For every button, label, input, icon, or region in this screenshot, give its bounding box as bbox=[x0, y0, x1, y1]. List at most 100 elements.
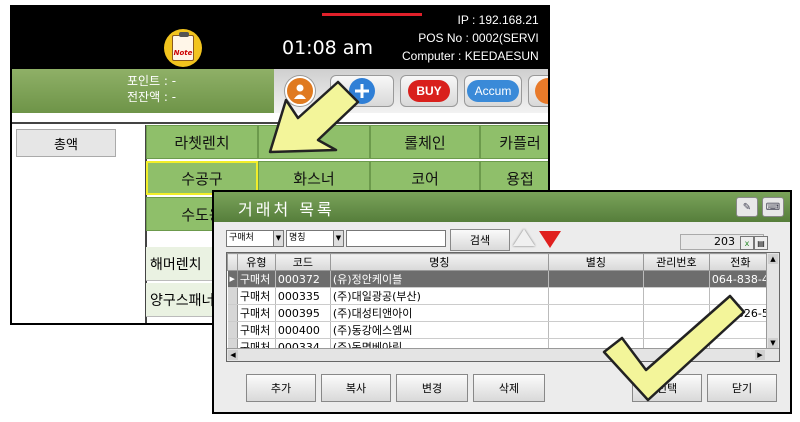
field-select[interactable]: 명칭 ▼ bbox=[286, 230, 344, 247]
points-block: 포인트 : - 전잔액 : - bbox=[127, 73, 176, 105]
row-marker bbox=[227, 304, 238, 322]
prev-balance-label: 전잔액 : - bbox=[127, 90, 177, 104]
horizontal-scrollbar[interactable]: ◀ ▶ bbox=[227, 348, 779, 361]
category-2[interactable]: 스 bbox=[258, 125, 370, 159]
select-button[interactable]: 선택 bbox=[632, 374, 702, 402]
scroll-up-icon[interactable]: ▲ bbox=[768, 254, 778, 264]
tool-hammer-wrench[interactable]: 해머렌치 bbox=[146, 247, 216, 281]
cell-alias bbox=[548, 270, 644, 288]
cell-code: 000335 bbox=[275, 287, 331, 305]
cell-manage bbox=[643, 287, 710, 305]
cell-name: (주)대일광공(부산) bbox=[330, 287, 549, 305]
field-select-value: 명칭 bbox=[289, 233, 306, 243]
add-button[interactable] bbox=[330, 75, 394, 107]
table-row[interactable]: 구매처 000400 (주)동강에스엠씨 bbox=[227, 321, 772, 339]
search-input[interactable] bbox=[346, 230, 446, 247]
clipboard-clip bbox=[179, 32, 189, 37]
note-label: Note bbox=[173, 49, 193, 57]
cell-phone bbox=[709, 321, 772, 339]
accum-button[interactable]: Accum bbox=[464, 75, 522, 107]
type-select-value: 구매처 bbox=[229, 233, 254, 243]
note-paper: Note bbox=[172, 32, 194, 61]
category-coupler[interactable]: 카플러 bbox=[480, 125, 548, 159]
vendor-list-dialog: 거래처 목록 ✎ ⌨ 구매처 ▼ 명칭 ▼ 검색 203 x ▤ 유형 코드 명… bbox=[212, 190, 792, 414]
cell-alias bbox=[548, 321, 644, 339]
tool-double-spanner[interactable]: 양구스패너 bbox=[146, 283, 216, 317]
cell-name: (주)대성티앤아이 bbox=[330, 304, 549, 322]
col-code[interactable]: 코드 bbox=[274, 253, 331, 271]
type-select[interactable]: 구매처 ▼ bbox=[226, 230, 284, 247]
header-marker bbox=[227, 253, 238, 271]
dialog-titlebar: 거래처 목록 ✎ ⌨ bbox=[214, 192, 790, 222]
search-button[interactable]: 검색 bbox=[450, 229, 510, 251]
pos-header: Note 01:08 am IP : 192.168.21 POS No : 0… bbox=[12, 7, 548, 69]
row-marker bbox=[227, 321, 238, 339]
col-type[interactable]: 유형 bbox=[236, 253, 276, 271]
cell-manage bbox=[643, 270, 710, 288]
col-manage-no[interactable]: 관리번호 bbox=[642, 253, 710, 271]
scroll-down-icon[interactable]: ▼ bbox=[768, 338, 778, 348]
cell-code: 000395 bbox=[275, 304, 331, 322]
vertical-scrollbar[interactable]: ▲ ▼ bbox=[766, 253, 779, 349]
row-marker: ▶ bbox=[227, 270, 238, 288]
col-phone[interactable]: 전화 bbox=[708, 253, 772, 271]
edit-button[interactable]: 변경 bbox=[396, 374, 468, 402]
divider bbox=[12, 122, 548, 124]
cell-type: 구매처 bbox=[237, 321, 276, 339]
pos-info: IP : 192.168.21 POS No : 0002(SERVI Comp… bbox=[402, 11, 539, 65]
buy-button[interactable]: BUY bbox=[400, 75, 458, 107]
pos-toolbar: BUY Accum bbox=[274, 69, 548, 113]
note-icon[interactable]: Note bbox=[164, 29, 202, 67]
cell-manage bbox=[643, 321, 710, 339]
clock: 01:08 am bbox=[282, 37, 373, 59]
cell-code: 000400 bbox=[275, 321, 331, 339]
cell-name: (주)동강에스엠씨 bbox=[330, 321, 549, 339]
ip-info: IP : 192.168.21 bbox=[457, 13, 539, 27]
cell-phone bbox=[709, 287, 772, 305]
cell-type: 구매처 bbox=[237, 270, 276, 288]
cell-alias bbox=[548, 287, 644, 305]
table-row[interactable]: ▶ 구매처 000372 (유)정안케이블 064-838-4 bbox=[227, 270, 772, 288]
edit-icon[interactable]: ✎ bbox=[736, 197, 758, 217]
table-row[interactable]: 구매처 000335 (주)대일광공(부산) bbox=[227, 287, 772, 305]
dialog-title: 거래처 목록 bbox=[238, 200, 335, 219]
buy-label: BUY bbox=[408, 80, 450, 102]
printer-icon bbox=[535, 78, 548, 104]
customer-info-bar: 포인트 : - 전잔액 : - bbox=[12, 69, 317, 113]
points-label: 포인트 : - bbox=[127, 74, 177, 88]
scroll-right-icon[interactable]: ▶ bbox=[755, 350, 765, 360]
excel-icon[interactable]: x bbox=[740, 236, 754, 250]
vendor-table: 유형 코드 명칭 별칭 관리번호 전화 ▶ 구매처 000372 (유)정안케이… bbox=[227, 253, 772, 356]
printer-icon[interactable]: ▤ bbox=[754, 236, 768, 250]
keyboard-icon[interactable]: ⌨ bbox=[762, 197, 784, 217]
cell-name: (유)정안케이블 bbox=[330, 270, 549, 288]
table-row[interactable]: 구매처 000395 (주)대성티앤아이 055-326-5 bbox=[227, 304, 772, 322]
category-ratchet-wrench[interactable]: 라쳇렌치 bbox=[146, 125, 258, 159]
copy-button[interactable]: 복사 bbox=[321, 374, 391, 402]
total-tab[interactable]: 총액 bbox=[16, 129, 116, 157]
vendor-grid: 유형 코드 명칭 별칭 관리번호 전화 ▶ 구매처 000372 (유)정안케이… bbox=[226, 252, 780, 362]
print-button[interactable] bbox=[528, 75, 548, 107]
col-name[interactable]: 명칭 bbox=[329, 253, 549, 271]
plus-icon bbox=[349, 78, 375, 104]
chevron-down-icon: ▼ bbox=[333, 231, 343, 246]
category-roller-chain[interactable]: 롤체인 bbox=[370, 125, 480, 159]
computer-info: Computer : KEEDAESUN bbox=[402, 49, 539, 63]
row-marker bbox=[227, 287, 238, 305]
sort-up-icon[interactable] bbox=[513, 229, 535, 246]
scroll-left-icon[interactable]: ◀ bbox=[228, 350, 238, 360]
cell-type: 구매처 bbox=[237, 304, 276, 322]
member-button[interactable] bbox=[280, 75, 320, 107]
pos-no-info: POS No : 0002(SERVI bbox=[418, 31, 539, 45]
cell-manage bbox=[643, 304, 710, 322]
chevron-down-icon: ▼ bbox=[273, 231, 283, 246]
cell-type: 구매처 bbox=[237, 287, 276, 305]
close-button[interactable]: 닫기 bbox=[707, 374, 777, 402]
cell-code: 000372 bbox=[275, 270, 331, 288]
col-alias[interactable]: 별칭 bbox=[547, 253, 644, 271]
cell-alias bbox=[548, 304, 644, 322]
cell-phone: 055-326-5 bbox=[709, 304, 772, 322]
add-button[interactable]: 추가 bbox=[246, 374, 316, 402]
sort-down-icon[interactable] bbox=[539, 231, 561, 248]
delete-button[interactable]: 삭제 bbox=[473, 374, 545, 402]
